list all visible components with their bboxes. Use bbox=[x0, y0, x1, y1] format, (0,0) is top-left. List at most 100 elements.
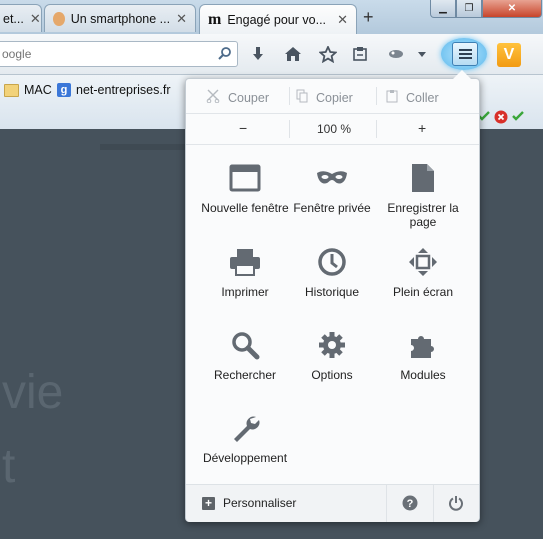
new-window-icon bbox=[228, 161, 262, 195]
zoom-controls: − 100 % + bbox=[186, 114, 479, 145]
help-button[interactable]: ? bbox=[402, 495, 418, 514]
vivaldi-extension-icon[interactable]: V bbox=[497, 43, 521, 67]
plus-icon: + bbox=[202, 496, 215, 510]
download-icon[interactable] bbox=[248, 44, 268, 64]
copy-button[interactable]: Copier bbox=[296, 89, 353, 106]
divider bbox=[386, 485, 387, 522]
divider bbox=[376, 87, 377, 105]
zoom-in-button[interactable]: + bbox=[418, 120, 426, 136]
edit-controls: Couper Copier Coller bbox=[186, 79, 479, 114]
customize-button[interactable]: + Personnaliser bbox=[202, 496, 296, 510]
save-page-button[interactable]: Enregistrer la page bbox=[376, 161, 470, 229]
private-window-button[interactable]: Fenêtre privée bbox=[285, 161, 379, 215]
tab-3-active[interactable]: m Engagé pour vo... ✕ bbox=[199, 4, 357, 34]
menu-item-label: Nouvelle fenêtre bbox=[201, 201, 289, 215]
menu-item-label: Enregistrer la page bbox=[387, 201, 459, 229]
page-heading-line: t bbox=[2, 440, 16, 493]
panel-arrow bbox=[453, 70, 471, 79]
new-window-button[interactable]: Nouvelle fenêtre bbox=[198, 161, 292, 215]
menu-item-label: Options bbox=[311, 368, 353, 382]
bookmark-label: MAC bbox=[24, 83, 52, 97]
menu-button[interactable] bbox=[441, 38, 487, 70]
menu-item-label: Rechercher bbox=[213, 368, 277, 382]
new-tab-button[interactable]: + bbox=[363, 7, 374, 28]
menu-item-label: Plein écran bbox=[392, 285, 454, 299]
zoom-reset-button[interactable]: 100 % bbox=[317, 122, 351, 136]
magnifier-icon bbox=[228, 328, 262, 362]
close-tab-icon[interactable]: ✕ bbox=[30, 11, 41, 27]
favicon-icon bbox=[53, 11, 65, 26]
search-input[interactable] bbox=[0, 46, 204, 62]
private-mask-icon bbox=[315, 161, 349, 195]
home-icon[interactable] bbox=[283, 44, 303, 64]
error-icon bbox=[494, 110, 508, 124]
close-tab-icon[interactable]: ✕ bbox=[176, 11, 187, 27]
paste-button[interactable]: Coller bbox=[386, 89, 439, 106]
developer-button[interactable]: Dévelop­pe­ment bbox=[198, 411, 292, 465]
divider bbox=[376, 120, 377, 138]
bookmarks-menu-icon[interactable] bbox=[350, 44, 370, 64]
tab-label: et... bbox=[3, 11, 24, 26]
search-bar[interactable] bbox=[0, 41, 238, 67]
dropdown-chevron-icon[interactable] bbox=[412, 44, 432, 64]
customize-label: Personnaliser bbox=[223, 496, 297, 510]
folder-icon bbox=[4, 83, 19, 97]
addons-button[interactable]: Modules bbox=[376, 328, 470, 382]
scissors-icon bbox=[206, 89, 220, 106]
cut-label: Couper bbox=[228, 90, 269, 105]
app-menu-panel: Couper Copier Coller − 100 % + Nouvelle … bbox=[185, 70, 480, 522]
bookmark-label: net-entreprises.fr bbox=[76, 83, 171, 97]
print-button[interactable]: Imprimer bbox=[198, 245, 292, 299]
close-tab-icon[interactable]: ✕ bbox=[337, 12, 348, 28]
favicon-icon: m bbox=[208, 10, 222, 28]
panel-footer: + Personnaliser ? bbox=[186, 484, 479, 522]
google-icon: g bbox=[57, 83, 71, 97]
status-icons bbox=[478, 110, 524, 124]
history-button[interactable]: Historique bbox=[285, 245, 379, 299]
menu-item-label: Modules bbox=[400, 368, 446, 382]
power-icon bbox=[449, 496, 463, 511]
check-icon bbox=[512, 111, 524, 121]
bookmark-star-icon[interactable] bbox=[318, 44, 338, 64]
printer-icon bbox=[228, 245, 262, 279]
maximize-button[interactable]: ❐ bbox=[456, 0, 482, 18]
fullscreen-button[interactable]: Plein écran bbox=[376, 245, 470, 299]
bookmark-mac[interactable]: MAC bbox=[4, 83, 52, 97]
fullscreen-icon bbox=[406, 245, 440, 279]
minimize-button[interactable]: ▁ bbox=[430, 0, 456, 18]
tab-1[interactable]: et... ✕ bbox=[0, 4, 42, 32]
puzzle-icon bbox=[406, 328, 440, 362]
copy-icon bbox=[296, 89, 308, 106]
options-button[interactable]: Options bbox=[285, 328, 379, 382]
menu-item-label: Imprimer bbox=[221, 285, 269, 299]
paste-label: Coller bbox=[406, 90, 439, 105]
close-window-button[interactable]: ✕ bbox=[482, 0, 542, 18]
tab-2[interactable]: Un smartphone ... ✕ bbox=[44, 4, 196, 32]
divider bbox=[289, 87, 290, 105]
zoom-out-button[interactable]: − bbox=[239, 120, 247, 136]
gear-icon bbox=[315, 328, 349, 362]
copy-label: Copier bbox=[316, 90, 353, 105]
page-heading-line: vie bbox=[2, 366, 64, 419]
bookmark-net-entreprises[interactable]: g net-entreprises.fr bbox=[57, 83, 170, 97]
clipboard-icon bbox=[386, 89, 398, 106]
divider bbox=[289, 120, 290, 138]
clock-icon bbox=[315, 245, 349, 279]
svg-text:?: ? bbox=[407, 498, 414, 510]
find-button[interactable]: Rechercher bbox=[198, 328, 292, 382]
tab-label: Un smartphone ... bbox=[70, 11, 171, 26]
extension-icon[interactable] bbox=[386, 44, 406, 64]
menu-item-label: Dévelop­pe­ment bbox=[202, 451, 288, 465]
quit-button[interactable] bbox=[448, 495, 464, 514]
help-icon: ? bbox=[402, 495, 418, 511]
search-icon[interactable] bbox=[218, 46, 232, 63]
menu-item-label: Fenêtre privée bbox=[293, 201, 371, 215]
window-controls: ▁ ❐ ✕ bbox=[430, 0, 542, 18]
save-page-icon bbox=[406, 161, 440, 195]
cut-button[interactable]: Couper bbox=[206, 89, 269, 106]
hamburger-icon bbox=[452, 42, 478, 66]
tab-label: Engagé pour vo... bbox=[227, 12, 327, 27]
tab-strip: et... ✕ Un smartphone ... ✕ m Engagé pou… bbox=[0, 0, 543, 34]
divider bbox=[433, 485, 434, 522]
menu-item-label: Historique bbox=[304, 285, 360, 299]
